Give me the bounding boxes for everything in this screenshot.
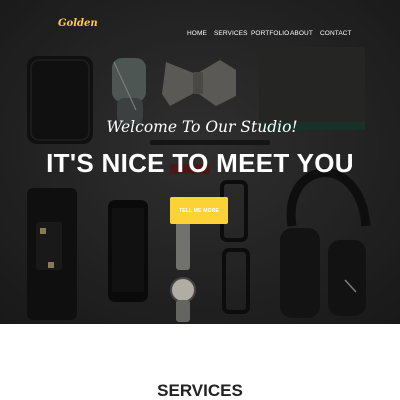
services-section-title: SERVICES: [157, 381, 243, 400]
hero-subheading: Welcome To Our Studio!: [106, 118, 298, 136]
nav-item-home[interactable]: HOME: [187, 30, 207, 37]
brand-logo[interactable]: Golden: [58, 18, 98, 29]
nav-item-contact[interactable]: CONTACT: [320, 30, 352, 37]
nav-item-services[interactable]: SERVICES: [214, 30, 248, 37]
hero-heading: IT'S NICE TO MEET YOU: [46, 148, 354, 178]
main-nav: HOME SERVICES PORTFOLIO ABOUT CONTACT: [0, 30, 400, 40]
nav-item-portfolio[interactable]: PORTFOLIO: [251, 30, 289, 37]
hero-section: Golden HOME SERVICES PORTFOLIO ABOUT CON…: [0, 0, 400, 324]
nav-item-about[interactable]: ABOUT: [290, 30, 313, 37]
tell-me-more-button[interactable]: TELL ME MORE: [170, 197, 228, 224]
